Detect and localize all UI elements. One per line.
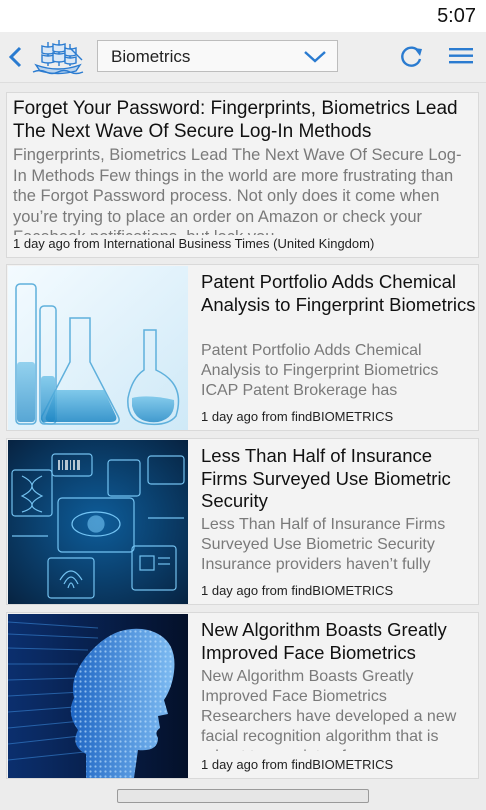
lab-glassware-image: [8, 266, 188, 430]
article-excerpt: New Algorithm Boasts Greatly Improved Fa…: [201, 668, 457, 751]
article-title: Less Than Half of Insurance Firms Survey…: [201, 445, 451, 511]
article-title: Forget Your Password: Fingerprints, Biom…: [13, 98, 458, 142]
article-excerpt: Fingerprints, Biometrics Lead The Next W…: [13, 146, 462, 235]
topic-dropdown-value: Biometrics: [111, 47, 191, 66]
article-excerpt: Patent Portfolio Adds Chemical Analysis …: [201, 342, 439, 403]
article-meta: 1 day ago from findBIOMETRICS: [201, 583, 477, 598]
article-card[interactable]: Patent Portfolio Adds Chemical Analysis …: [6, 264, 479, 431]
article-card[interactable]: Less Than Half of Insurance Firms Survey…: [6, 438, 479, 605]
article-title: Patent Portfolio Adds Chemical Analysis …: [201, 271, 476, 315]
status-bar: 5:07: [0, 0, 486, 32]
biometric-security-graphic-image: [8, 440, 188, 604]
sailing-ship-icon: [32, 38, 84, 76]
article-meta: 1 day ago from findBIOMETRICS: [201, 757, 477, 772]
article-excerpt: Less Than Half of Insurance Firms Survey…: [201, 516, 446, 577]
chevron-down-icon: [303, 50, 327, 64]
back-arrow-icon[interactable]: [6, 44, 26, 70]
hamburger-menu-icon[interactable]: [449, 46, 473, 66]
refresh-icon[interactable]: [398, 44, 424, 70]
digital-face-image: [7, 614, 188, 778]
article-card[interactable]: New Algorithm Boasts Greatly Improved Fa…: [6, 612, 479, 779]
status-time: 5:07: [437, 5, 476, 27]
horizontal-scrollbar[interactable]: [117, 789, 369, 803]
topic-dropdown[interactable]: Biometrics: [97, 40, 338, 72]
article-title: New Algorithm Boasts Greatly Improved Fa…: [201, 619, 447, 663]
article-meta: 1 day ago from International Business Ti…: [13, 236, 473, 251]
toolbar: Biometrics: [0, 32, 486, 83]
article-meta: 1 day ago from findBIOMETRICS: [201, 409, 477, 424]
article-card[interactable]: Forget Your Password: Fingerprints, Biom…: [6, 92, 479, 258]
